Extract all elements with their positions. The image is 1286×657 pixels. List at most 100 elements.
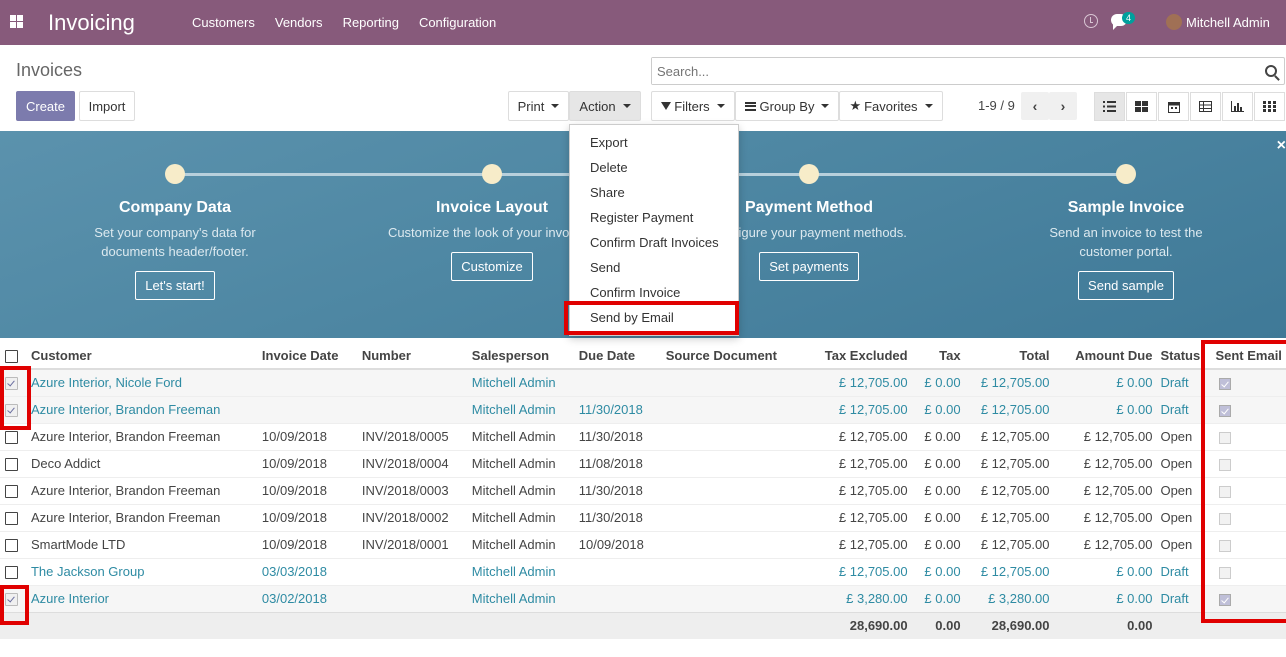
cell-source-document [661, 557, 804, 585]
table-row[interactable]: SmartMode LTD 10/09/2018 INV/2018/0001 Mitc… [0, 530, 1286, 558]
column-amount-due[interactable]: Amount Due [1053, 342, 1157, 370]
cell-source-document [661, 584, 804, 612]
action-share[interactable]: Share [570, 183, 738, 208]
onboarding-step-company: Company Data Set your company's data for… [55, 164, 295, 300]
pager-value[interactable]: 1-9 / 9 [978, 98, 1015, 113]
cell-customer: Azure Interior, Brandon Freeman [26, 422, 258, 450]
favorites-button[interactable]: ★ Favorites [839, 91, 943, 121]
table-row[interactable]: Azure Interior, Brandon Freeman 10/09/201… [0, 422, 1286, 450]
cell-total: £ 3,280.00 [964, 584, 1054, 612]
page-title: Invoices [16, 60, 83, 80]
action-delete[interactable]: Delete [570, 158, 738, 183]
cell-number: INV/2018/0002 [357, 503, 468, 531]
onboarding-step-sample: Sample Invoice Send an invoice to test t… [1006, 164, 1246, 300]
action-export[interactable]: Export [570, 133, 738, 158]
main-menu: Customers Vendors Reporting Configuratio… [182, 15, 506, 30]
action-button[interactable]: Action [569, 91, 641, 121]
graph-view-icon[interactable] [1222, 92, 1253, 121]
action-confirm-draft-invoices[interactable]: Confirm Draft Invoices [570, 233, 738, 258]
caret-down-icon [716, 104, 725, 108]
row-select-checkbox[interactable] [5, 512, 18, 526]
set-payments-button[interactable]: Set payments [759, 252, 859, 281]
column-source-document[interactable]: Source Document [661, 342, 804, 370]
apps-menu-icon[interactable] [10, 15, 23, 28]
lets-start-button[interactable]: Let's start! [135, 271, 215, 300]
create-button[interactable]: Create [16, 91, 75, 121]
print-label: Print [517, 98, 545, 114]
row-select-checkbox[interactable] [5, 485, 18, 499]
cell-tax: £ 0.00 [911, 584, 965, 612]
column-salesperson[interactable]: Salesperson [467, 342, 575, 370]
menu-configuration[interactable]: Configuration [409, 15, 506, 30]
pager-next-icon[interactable]: › [1049, 92, 1077, 120]
cell-due-date: 11/30/2018 [574, 422, 662, 450]
cell-tax-excluded: £ 12,705.00 [803, 476, 912, 504]
step-dot [1116, 164, 1136, 184]
column-total[interactable]: Total [964, 342, 1054, 370]
calendar-view-icon[interactable] [1158, 92, 1189, 121]
row-select-checkbox[interactable] [5, 539, 18, 553]
table-row[interactable]: Azure Interior, Brandon Freeman 10/09/201… [0, 476, 1286, 504]
table-row[interactable]: Azure Interior 03/02/2018 Mitchell Admin £ … [0, 584, 1286, 612]
cell-amount-due: £ 0.00 [1053, 584, 1157, 612]
print-button[interactable]: Print [508, 91, 569, 121]
table-row[interactable]: Azure Interior, Brandon Freeman 10/09/201… [0, 503, 1286, 531]
close-icon[interactable]: × [1277, 137, 1286, 155]
cell-invoice-date: 10/09/2018 [257, 449, 358, 477]
grid-view-icon[interactable] [1254, 92, 1285, 121]
step-title: Sample Invoice [1067, 199, 1185, 216]
cell-customer: Azure Interior, Brandon Freeman [26, 503, 258, 531]
menu-reporting[interactable]: Reporting [333, 15, 409, 30]
user-menu[interactable]: Mitchell Admin [1186, 15, 1270, 30]
cell-tax-excluded: £ 12,705.00 [803, 503, 912, 531]
table-row[interactable]: Azure Interior, Brandon Freeman Mitchell … [0, 395, 1286, 423]
search-input[interactable] [652, 58, 1232, 84]
cell-tax-excluded: £ 12,705.00 [803, 449, 912, 477]
column-invoice-date[interactable]: Invoice Date [257, 342, 358, 370]
cell-salesperson: Mitchell Admin [467, 422, 575, 450]
row-select-checkbox[interactable] [5, 566, 18, 580]
filters-button[interactable]: Filters [651, 91, 735, 121]
column-due-date[interactable]: Due Date [574, 342, 662, 370]
customize-button[interactable]: Customize [451, 252, 533, 281]
row-select-checkbox[interactable] [5, 431, 18, 445]
step-dot [799, 164, 819, 184]
table-row[interactable]: The Jackson Group 03/03/2018 Mitchell Admi… [0, 557, 1286, 585]
cell-total: £ 12,705.00 [964, 368, 1054, 396]
cell-tax: £ 0.00 [911, 368, 965, 396]
send-sample-button[interactable]: Send sample [1078, 271, 1174, 300]
filters-label: Filters [674, 98, 710, 114]
cell-due-date: 11/30/2018 [574, 395, 662, 423]
top-navbar: Invoicing Customers Vendors Reporting Co… [0, 0, 1286, 45]
group-by-button[interactable]: Group By [735, 91, 839, 121]
list-view-icon[interactable] [1094, 92, 1125, 121]
cell-tax: £ 0.00 [911, 503, 965, 531]
table-row[interactable]: Deco Addict 10/09/2018 INV/2018/0004 Mitche… [0, 449, 1286, 477]
cell-salesperson: Mitchell Admin [467, 395, 575, 423]
pivot-view-icon[interactable] [1190, 92, 1221, 121]
column-customer[interactable]: Customer [26, 342, 258, 370]
avatar[interactable] [1166, 14, 1182, 30]
row-select-checkbox[interactable] [5, 458, 18, 472]
search-icon[interactable] [1265, 65, 1277, 77]
import-button[interactable]: Import [79, 91, 135, 121]
table-row[interactable]: Azure Interior, Nicole Ford Mitchell Admi… [0, 368, 1286, 396]
column-status[interactable]: Status [1156, 342, 1206, 370]
action-register-payment[interactable]: Register Payment [570, 208, 738, 233]
filter-icon [661, 102, 672, 110]
activity-clock-icon[interactable] [1084, 14, 1098, 28]
select-all-checkbox[interactable] [5, 349, 18, 363]
app-name: Invoicing [48, 10, 135, 35]
action-send[interactable]: Send [570, 258, 738, 283]
column-tax-excluded[interactable]: Tax Excluded [803, 342, 912, 370]
search-bar [651, 57, 1285, 85]
step-dot [482, 164, 502, 184]
cell-amount-due: £ 12,705.00 [1053, 476, 1157, 504]
cell-due-date: 11/08/2018 [574, 449, 662, 477]
menu-customers[interactable]: Customers [182, 15, 265, 30]
pager-previous-icon[interactable]: ‹ [1021, 92, 1049, 120]
kanban-view-icon[interactable] [1126, 92, 1157, 121]
menu-vendors[interactable]: Vendors [265, 15, 333, 30]
column-tax[interactable]: Tax [911, 342, 965, 370]
column-number[interactable]: Number [357, 342, 468, 370]
